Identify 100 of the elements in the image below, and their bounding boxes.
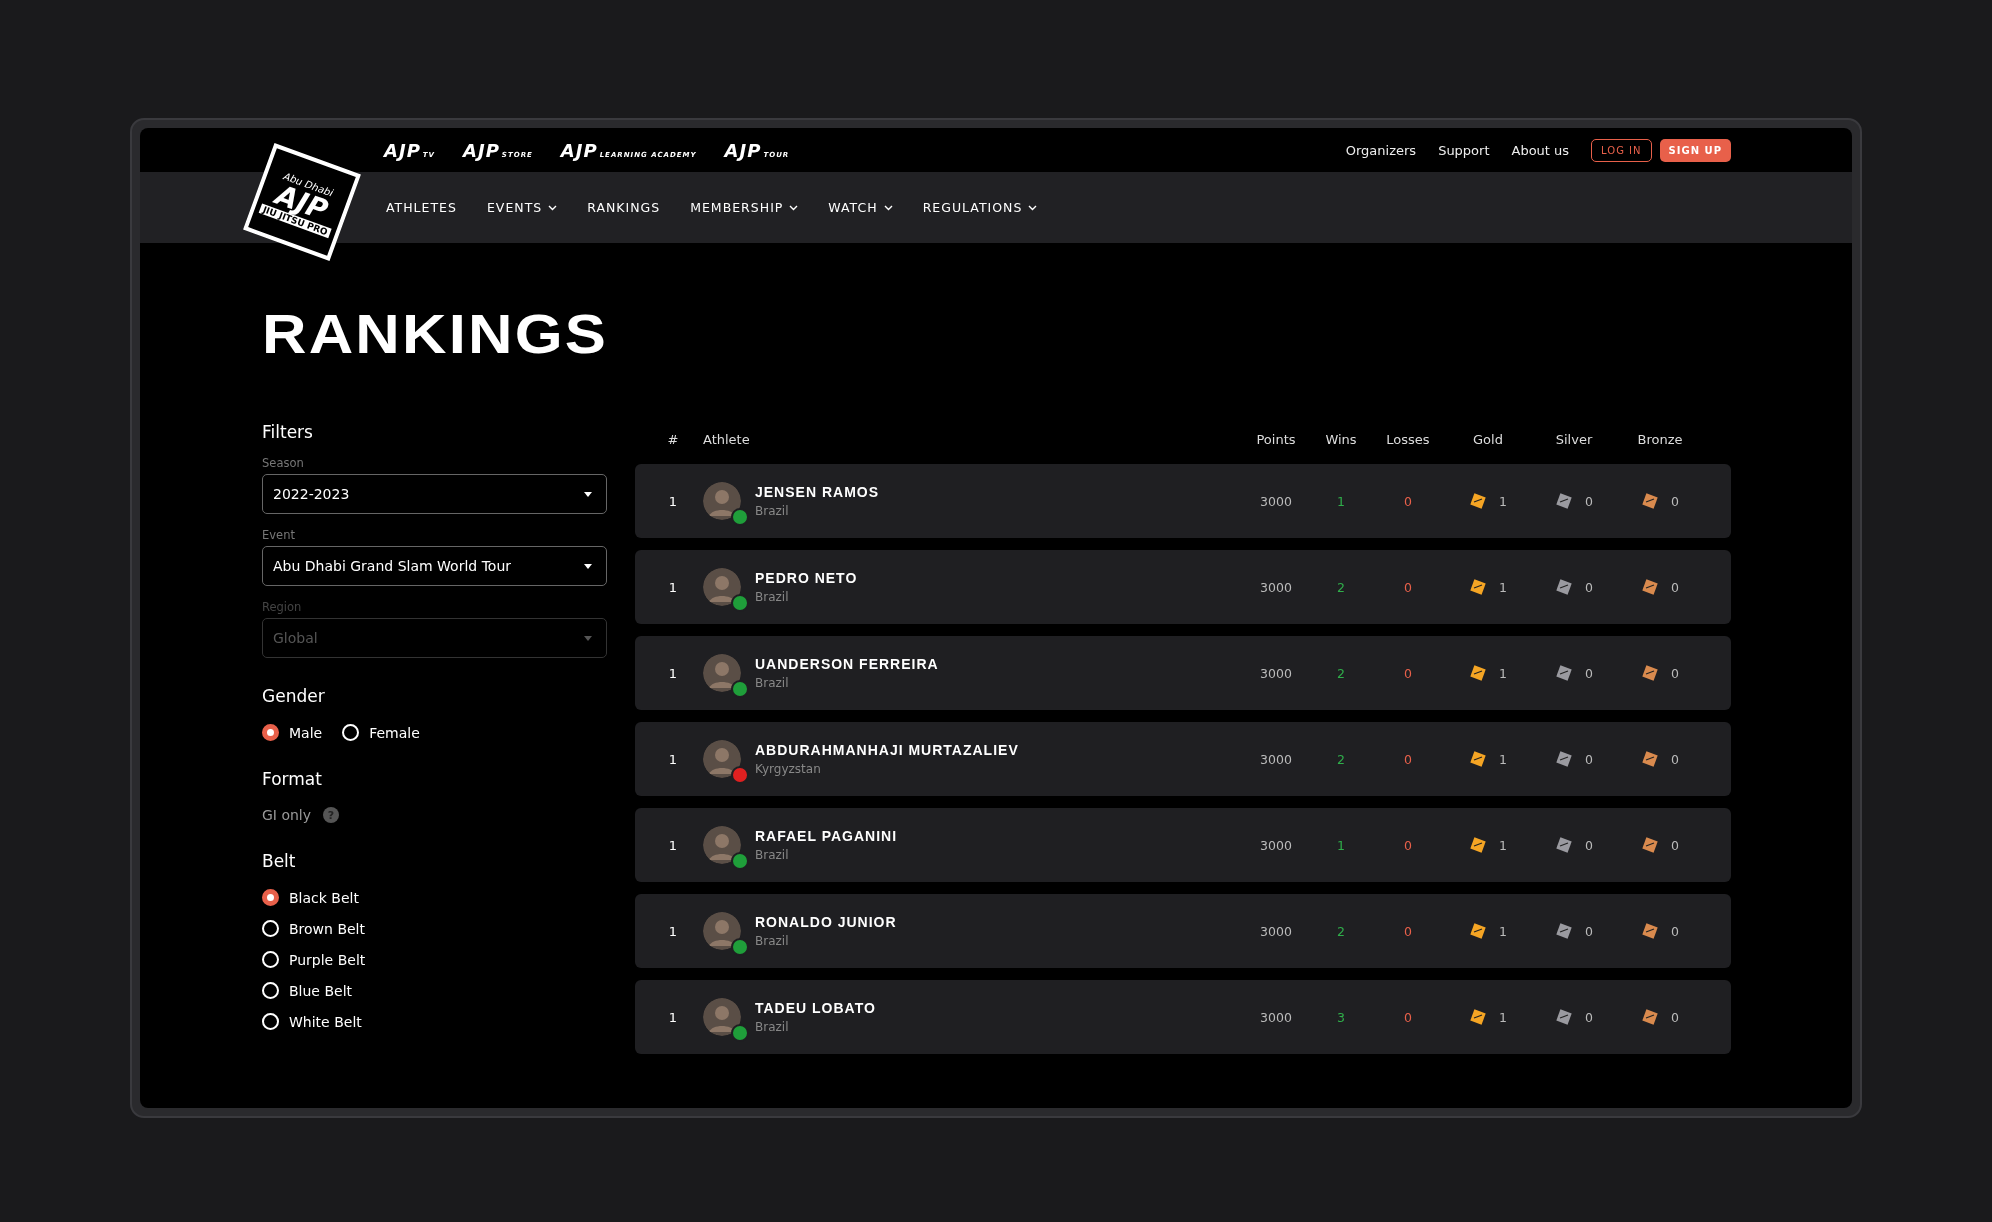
medal-count: 1: [1499, 1009, 1507, 1025]
avatar-icon: [703, 912, 741, 950]
rank-cell-text: 1: [667, 751, 679, 767]
points-cell-text: 3000: [1259, 1009, 1293, 1025]
gender-heading: Gender: [262, 686, 326, 706]
column-header: #: [666, 431, 680, 447]
select-label: Region: [262, 600, 303, 614]
medal-icon: [1641, 1008, 1659, 1026]
medal-count: 0: [1585, 665, 1593, 681]
wins-cell-text: 3: [1336, 1009, 1346, 1025]
medal-icon: [1555, 492, 1573, 510]
ranking-row[interactable]: 1 JENSEN RAMOS Brazil 3000 1 0 1 0 0: [635, 464, 1731, 538]
wins-cell-text: 1: [1336, 493, 1346, 509]
top-link[interactable]: Support: [1438, 142, 1490, 158]
medal-icon: [1555, 836, 1573, 854]
medal-count: 0: [1671, 493, 1679, 509]
wins-cell-text: 2: [1336, 751, 1346, 767]
athlete-country: Brazil: [755, 504, 790, 518]
nav-item[interactable]: WATCH: [828, 200, 893, 215]
radio-option[interactable]: White Belt: [262, 1013, 607, 1030]
medal-icon: [1555, 1008, 1573, 1026]
athlete-country: Brazil: [755, 934, 790, 948]
rank-cell-text: 1: [667, 579, 679, 595]
athlete-country: Brazil: [755, 1020, 790, 1034]
medal-count: 0: [1585, 837, 1593, 853]
athlete-name: JENSEN RAMOS: [755, 484, 880, 500]
radio-option[interactable]: Purple Belt: [262, 951, 607, 968]
medal-count: 1: [1499, 923, 1507, 939]
select-field[interactable]: 2022-2023: [262, 474, 607, 514]
athlete-country: Kyrgyzstan: [755, 762, 822, 776]
rank-cell-text: 1: [667, 923, 679, 939]
column-header: Wins: [1324, 431, 1358, 447]
column-header: Bronze: [1636, 431, 1684, 447]
ranking-row[interactable]: 1 RONALDO JUNIOR Brazil 3000 2 0 1 0 0: [635, 894, 1731, 968]
losses-cell-text: 0: [1403, 923, 1413, 939]
dropdown-arrow-icon: [584, 491, 592, 497]
ranking-row[interactable]: 1 ABDURAHMANHAJI MURTAZALIEV Kyrgyzstan 3000 2 0 1 0 0: [635, 722, 1731, 796]
medal-icon: [1555, 578, 1573, 596]
points-cell-text: 3000: [1259, 837, 1293, 853]
athlete-name: ABDURAHMANHAJI MURTAZALIEV: [755, 742, 1019, 758]
medal-icon: [1469, 750, 1487, 768]
avatar-icon: [703, 482, 741, 520]
medal-count: 0: [1585, 923, 1593, 939]
medal-count: 0: [1585, 751, 1593, 767]
losses-cell-text: 0: [1403, 493, 1413, 509]
medal-icon: [1641, 578, 1659, 596]
ranking-row[interactable]: 1 TADEU LOBATO Brazil 3000 3 0 1 0 0: [635, 980, 1731, 1054]
avatar-icon: [703, 654, 741, 692]
login-button[interactable]: LOG IN: [1591, 138, 1652, 162]
rank-cell-text: 1: [667, 493, 679, 509]
radio-option[interactable]: Black Belt: [262, 889, 607, 906]
medal-icon: [1469, 1008, 1487, 1026]
medal-icon: [1469, 492, 1487, 510]
top-link[interactable]: About us: [1511, 142, 1570, 158]
avatar-icon: [703, 998, 741, 1036]
avatar-icon: [703, 740, 741, 778]
points-cell-text: 3000: [1259, 493, 1293, 509]
radio-option[interactable]: Female: [342, 724, 420, 741]
medal-count: 0: [1585, 1009, 1593, 1025]
dropdown-arrow-icon: [584, 635, 592, 641]
medal-icon: [1641, 750, 1659, 768]
select-label: Season: [262, 456, 305, 470]
nav-item[interactable]: RANKINGS: [587, 200, 661, 215]
format-text: GI only: [262, 807, 312, 823]
points-cell-text: 3000: [1259, 579, 1293, 595]
medal-count: 1: [1499, 665, 1507, 681]
athlete-name: PEDRO NETO: [755, 570, 858, 586]
medal-count: 0: [1671, 923, 1679, 939]
medal-count: 0: [1671, 665, 1679, 681]
column-header: Losses: [1385, 431, 1431, 447]
nav-item[interactable]: REGULATIONS: [922, 200, 1038, 215]
radio-option[interactable]: Brown Belt: [262, 920, 607, 937]
medal-icon: [1641, 922, 1659, 940]
nav-item[interactable]: EVENTS: [486, 200, 558, 215]
medal-icon: [1469, 922, 1487, 940]
medal-icon: [1555, 750, 1573, 768]
medal-count: 1: [1499, 751, 1507, 767]
avatar-icon: [703, 826, 741, 864]
medal-icon: [1555, 922, 1573, 940]
ranking-row[interactable]: 1 PEDRO NETO Brazil 3000 2 0 1 0 0: [635, 550, 1731, 624]
athlete-country: Brazil: [755, 848, 790, 862]
radio-option[interactable]: Male: [262, 724, 323, 741]
radio-option[interactable]: Blue Belt: [262, 982, 607, 999]
losses-cell-text: 0: [1403, 665, 1413, 681]
top-link[interactable]: Organizers: [1345, 142, 1417, 158]
points-cell-text: 3000: [1259, 751, 1293, 767]
dropdown-arrow-icon: [584, 563, 592, 569]
medal-count: 0: [1585, 579, 1593, 595]
select-field[interactable]: Abu Dhabi Grand Slam World Tour: [262, 546, 607, 586]
nav-item[interactable]: ATHLETES: [386, 200, 457, 215]
ranking-row[interactable]: 1 RAFAEL PAGANINI Brazil 3000 1 0 1 0 0: [635, 808, 1731, 882]
medal-count: 1: [1499, 579, 1507, 595]
nav-item[interactable]: MEMBERSHIP: [690, 200, 799, 215]
avatar-icon: [703, 568, 741, 606]
medal-count: 1: [1499, 493, 1507, 509]
format-heading: Format: [262, 769, 323, 789]
wins-cell-text: 1: [1336, 837, 1346, 853]
losses-cell-text: 0: [1403, 1009, 1413, 1025]
ranking-row[interactable]: 1 UANDERSON FERREIRA Brazil 3000 2 0 1 0 0: [635, 636, 1731, 710]
athlete-country: Brazil: [755, 676, 790, 690]
